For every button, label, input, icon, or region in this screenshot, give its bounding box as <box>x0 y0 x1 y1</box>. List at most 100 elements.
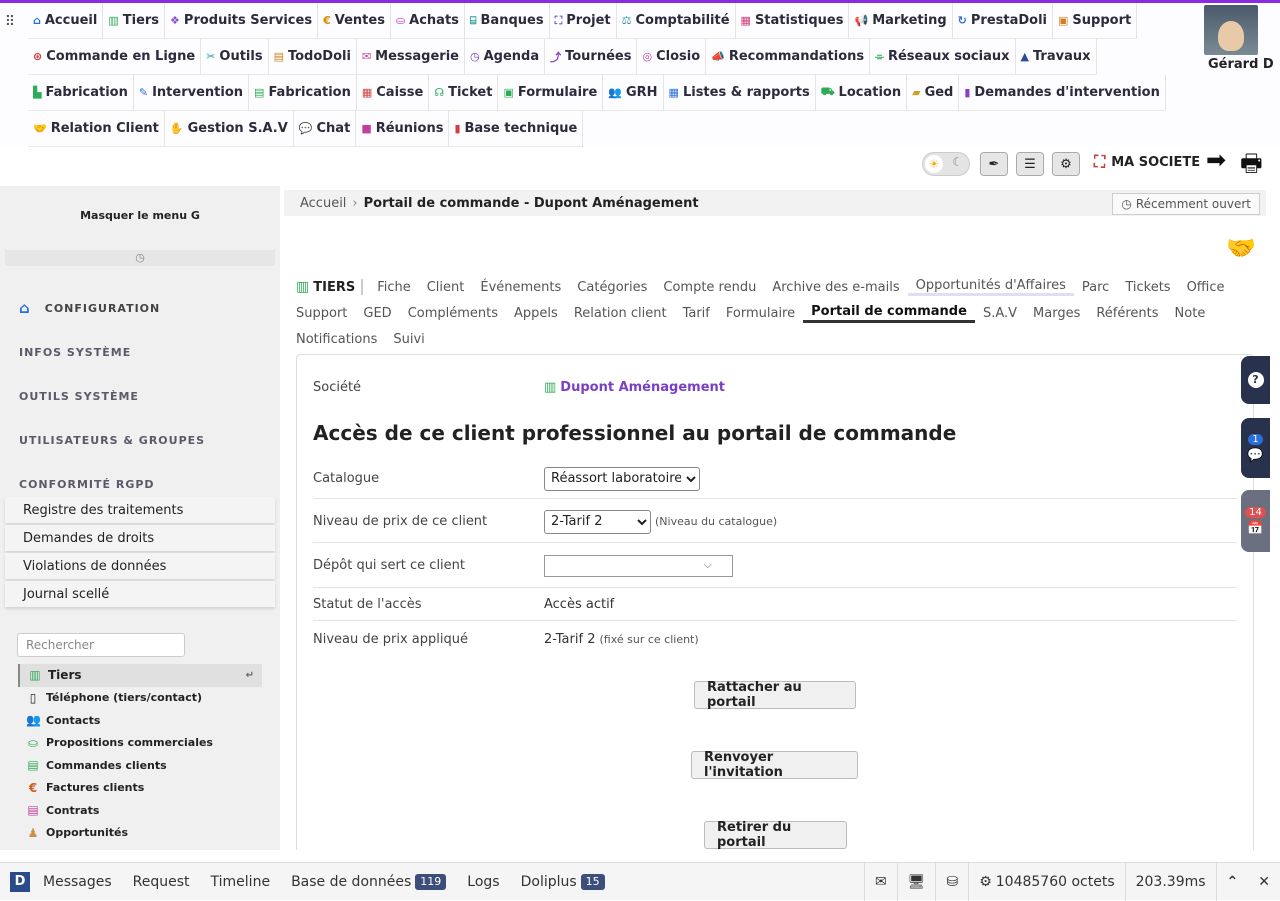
menu-item-closio[interactable]: ◎ Closio <box>637 39 707 75</box>
menu-item-tiers[interactable]: ▥ Tiers <box>103 3 166 39</box>
resend-invitation-button[interactable]: Renvoyer l'invitation <box>691 750 858 780</box>
menu-item-commande-en-ligne[interactable]: ⊛ Commande en Ligne <box>28 39 202 75</box>
menu-item-marketing[interactable]: 📢 Marketing <box>849 3 953 39</box>
menu-item-support[interactable]: ▣ Support <box>1053 3 1138 39</box>
user-block[interactable]: Gérard D <box>1204 5 1280 72</box>
menu-item-travaux[interactable]: ▲ Travaux <box>1015 39 1097 75</box>
depot-select[interactable]: ⌵ <box>544 554 733 577</box>
remove-portal-button[interactable]: Retirer du portail <box>704 820 847 850</box>
tab-s-a-v[interactable]: S.A.V <box>975 306 1025 321</box>
debugbar-tab-messages[interactable]: Messages <box>43 874 112 890</box>
sidebar-item-t-l-phone-tiers-contact-[interactable]: ▯ Téléphone (tiers/contact) <box>0 687 280 710</box>
tab-archive-des-e-mails[interactable]: Archive des e-mails <box>764 280 907 295</box>
menu-item-demandes-d-intervention[interactable]: ▮ Demandes d'intervention <box>959 75 1166 111</box>
menu-item-agenda[interactable]: ◷ Agenda <box>464 39 546 75</box>
menu-item-banques[interactable]: ⌸ Banques <box>464 3 550 39</box>
sidebar-collapse-bar[interactable]: ◷ <box>5 250 275 266</box>
tab-relation-client[interactable]: Relation client <box>566 306 675 321</box>
menu-item-ventes[interactable]: € Ventes <box>318 3 391 39</box>
sidebar-item-tiers[interactable]: ▥ Tiers ↵ <box>18 664 262 687</box>
tab-appels[interactable]: Appels <box>506 306 566 321</box>
sidebar-section-users[interactable]: UTILISATEURS & GROUPES <box>0 418 280 462</box>
menu-item-comptabilit-[interactable]: ⚖ Comptabilité <box>616 3 736 39</box>
menu-item-grh[interactable]: 👥 GRH <box>603 75 664 111</box>
pen-icon[interactable]: ✒ <box>980 152 1008 176</box>
debugbar-tab-logs[interactable]: Logs <box>467 874 499 890</box>
company-link[interactable]: ⛶ MA SOCIETE <box>1094 152 1200 172</box>
sidebar-section-infos[interactable]: INFOS SYSTÈME <box>0 330 280 374</box>
menu-item-chat[interactable]: 💬 Chat <box>293 111 357 147</box>
menu-item-gestion-s-a-v[interactable]: ✋ Gestion S.A.V <box>164 111 294 147</box>
tab-opportunit-s-d-affaires[interactable]: Opportunités d'Affaires <box>907 278 1074 296</box>
menu-item-listes-rapports[interactable]: ▦ Listes & rapports <box>663 75 816 111</box>
sidebar-item-violations[interactable]: Violations de données <box>5 553 275 579</box>
mail-icon[interactable]: ✉ <box>863 862 897 901</box>
close-icon[interactable]: ✕ <box>1248 863 1280 901</box>
sidebar-item-contrats[interactable]: ▤ Contrats <box>0 799 280 822</box>
menu-item-intervention[interactable]: ✎ Intervention <box>133 75 250 111</box>
menu-item-ged[interactable]: ▰ Ged <box>907 75 960 111</box>
tab-tickets[interactable]: Tickets <box>1117 280 1178 295</box>
gear-icon[interactable]: ⚙ <box>1052 152 1080 176</box>
sidebar-item-factures-clients[interactable]: € Factures clients <box>0 777 280 800</box>
tab-formulaire[interactable]: Formulaire <box>718 306 803 321</box>
sidebar-item-registre[interactable]: Registre des traitements <box>5 497 275 523</box>
debugbar-logo[interactable]: D <box>10 871 30 892</box>
list-icon[interactable]: ☰ <box>1016 152 1044 176</box>
apps-grid-icon[interactable]: ⠿ <box>0 7 20 37</box>
sidebar-section-outils[interactable]: OUTILS SYSTÈME <box>0 374 280 418</box>
database-icon[interactable]: ⛁ <box>935 862 968 901</box>
attach-portal-button[interactable]: Rattacher au portail <box>694 680 856 710</box>
tab--v-nements[interactable]: Événements <box>472 280 569 295</box>
menu-item-ticket[interactable]: ☊ Ticket <box>429 75 499 111</box>
debugbar-tab-request[interactable]: Request <box>133 874 190 890</box>
tab-client[interactable]: Client <box>419 280 473 295</box>
tab-portail-de-commande[interactable]: Portail de commande <box>803 304 975 323</box>
menu-item-r-unions[interactable]: ■ Réunions <box>356 111 450 147</box>
sidebar-section-rgpd[interactable]: CONFORMITÉ RGPD <box>0 471 280 497</box>
tab-r-f-rents[interactable]: Référents <box>1088 306 1166 321</box>
sidebar-item-propositions-commerciales[interactable]: ⛀ Propositions commerciales <box>0 732 280 755</box>
sidebar-item-commandes-clients[interactable]: ▤ Commandes clients <box>0 754 280 777</box>
menu-item-statistiques[interactable]: ▦ Statistiques <box>735 3 850 39</box>
menu-item-caisse[interactable]: ▦ Caisse <box>356 75 430 111</box>
menu-item-base-technique[interactable]: ▮ Base technique <box>449 111 584 147</box>
menu-item-location[interactable]: ⛟ Location <box>815 75 908 111</box>
tab-compl-ments[interactable]: Compléments <box>400 306 506 321</box>
tab-marges[interactable]: Marges <box>1025 306 1088 321</box>
tab-notifications[interactable]: Notifications <box>288 332 385 347</box>
debugbar-tab-doliplus[interactable]: Doliplus 15 <box>521 873 605 890</box>
catalogue-select[interactable]: Réassort laboratoire <box>544 466 700 491</box>
sidebar-section-configuration[interactable]: ⌂ CONFIGURATION <box>0 286 280 330</box>
tab-compte-rendu[interactable]: Compte rendu <box>655 280 764 295</box>
menu-item-fabrication[interactable]: ▤ Fabrication <box>249 75 357 111</box>
theme-toggle[interactable]: ☀ ☾ <box>922 152 970 176</box>
breadcrumb-home[interactable]: Accueil <box>300 196 346 211</box>
menu-item-messagerie[interactable]: ✉ Messagerie <box>356 39 465 75</box>
menu-item-accueil[interactable]: ⌂ Accueil <box>28 3 104 39</box>
sidebar-item-demandes[interactable]: Demandes de droits <box>5 525 275 551</box>
monitor-icon[interactable]: 🖥 <box>896 862 936 901</box>
menu-item-recommandations[interactable]: 📣 Recommandations <box>706 39 871 75</box>
menu-item-produits-services[interactable]: ❖ Produits Services <box>165 3 319 39</box>
menu-item-achats[interactable]: ⛀ Achats <box>390 3 465 39</box>
help-widget[interactable]: ? <box>1241 356 1270 404</box>
menu-item-prestadoli[interactable]: ↻ PrestaDoli <box>952 3 1053 39</box>
avatar[interactable] <box>1204 5 1258 55</box>
chevron-up-icon[interactable]: ⌃ <box>1215 862 1249 901</box>
menu-item-tourn-es[interactable]: ⤴ Tournées <box>545 39 638 75</box>
menu-item-fabrication[interactable]: ▙ Fabrication <box>28 75 134 111</box>
sidebar-item-commandes-fournisseurs[interactable]: ▤ Commandes fournisseurs <box>0 844 280 850</box>
debugbar-tab-base-de-donn-es[interactable]: Base de données 119 <box>291 873 447 890</box>
debugbar-tab-timeline[interactable]: Timeline <box>211 874 271 890</box>
hide-menu-link[interactable]: Masquer le menu G <box>0 209 280 222</box>
tab-tarif[interactable]: Tarif <box>675 306 718 321</box>
menu-item-projet[interactable]: ⛶ Projet <box>549 3 617 39</box>
menu-item-outils[interactable]: ✂ Outils <box>201 39 269 75</box>
sidebar-item-journal[interactable]: Journal scellé <box>5 581 275 607</box>
print-icon[interactable]: 🖶 <box>1240 146 1263 187</box>
niveau-select[interactable]: 2-Tarif 2 <box>544 509 651 534</box>
menu-item-formulaire[interactable]: ▣ Formulaire <box>498 75 604 111</box>
sidebar-search-input[interactable]: Rechercher <box>17 633 185 657</box>
tab-ged[interactable]: GED <box>355 306 399 321</box>
